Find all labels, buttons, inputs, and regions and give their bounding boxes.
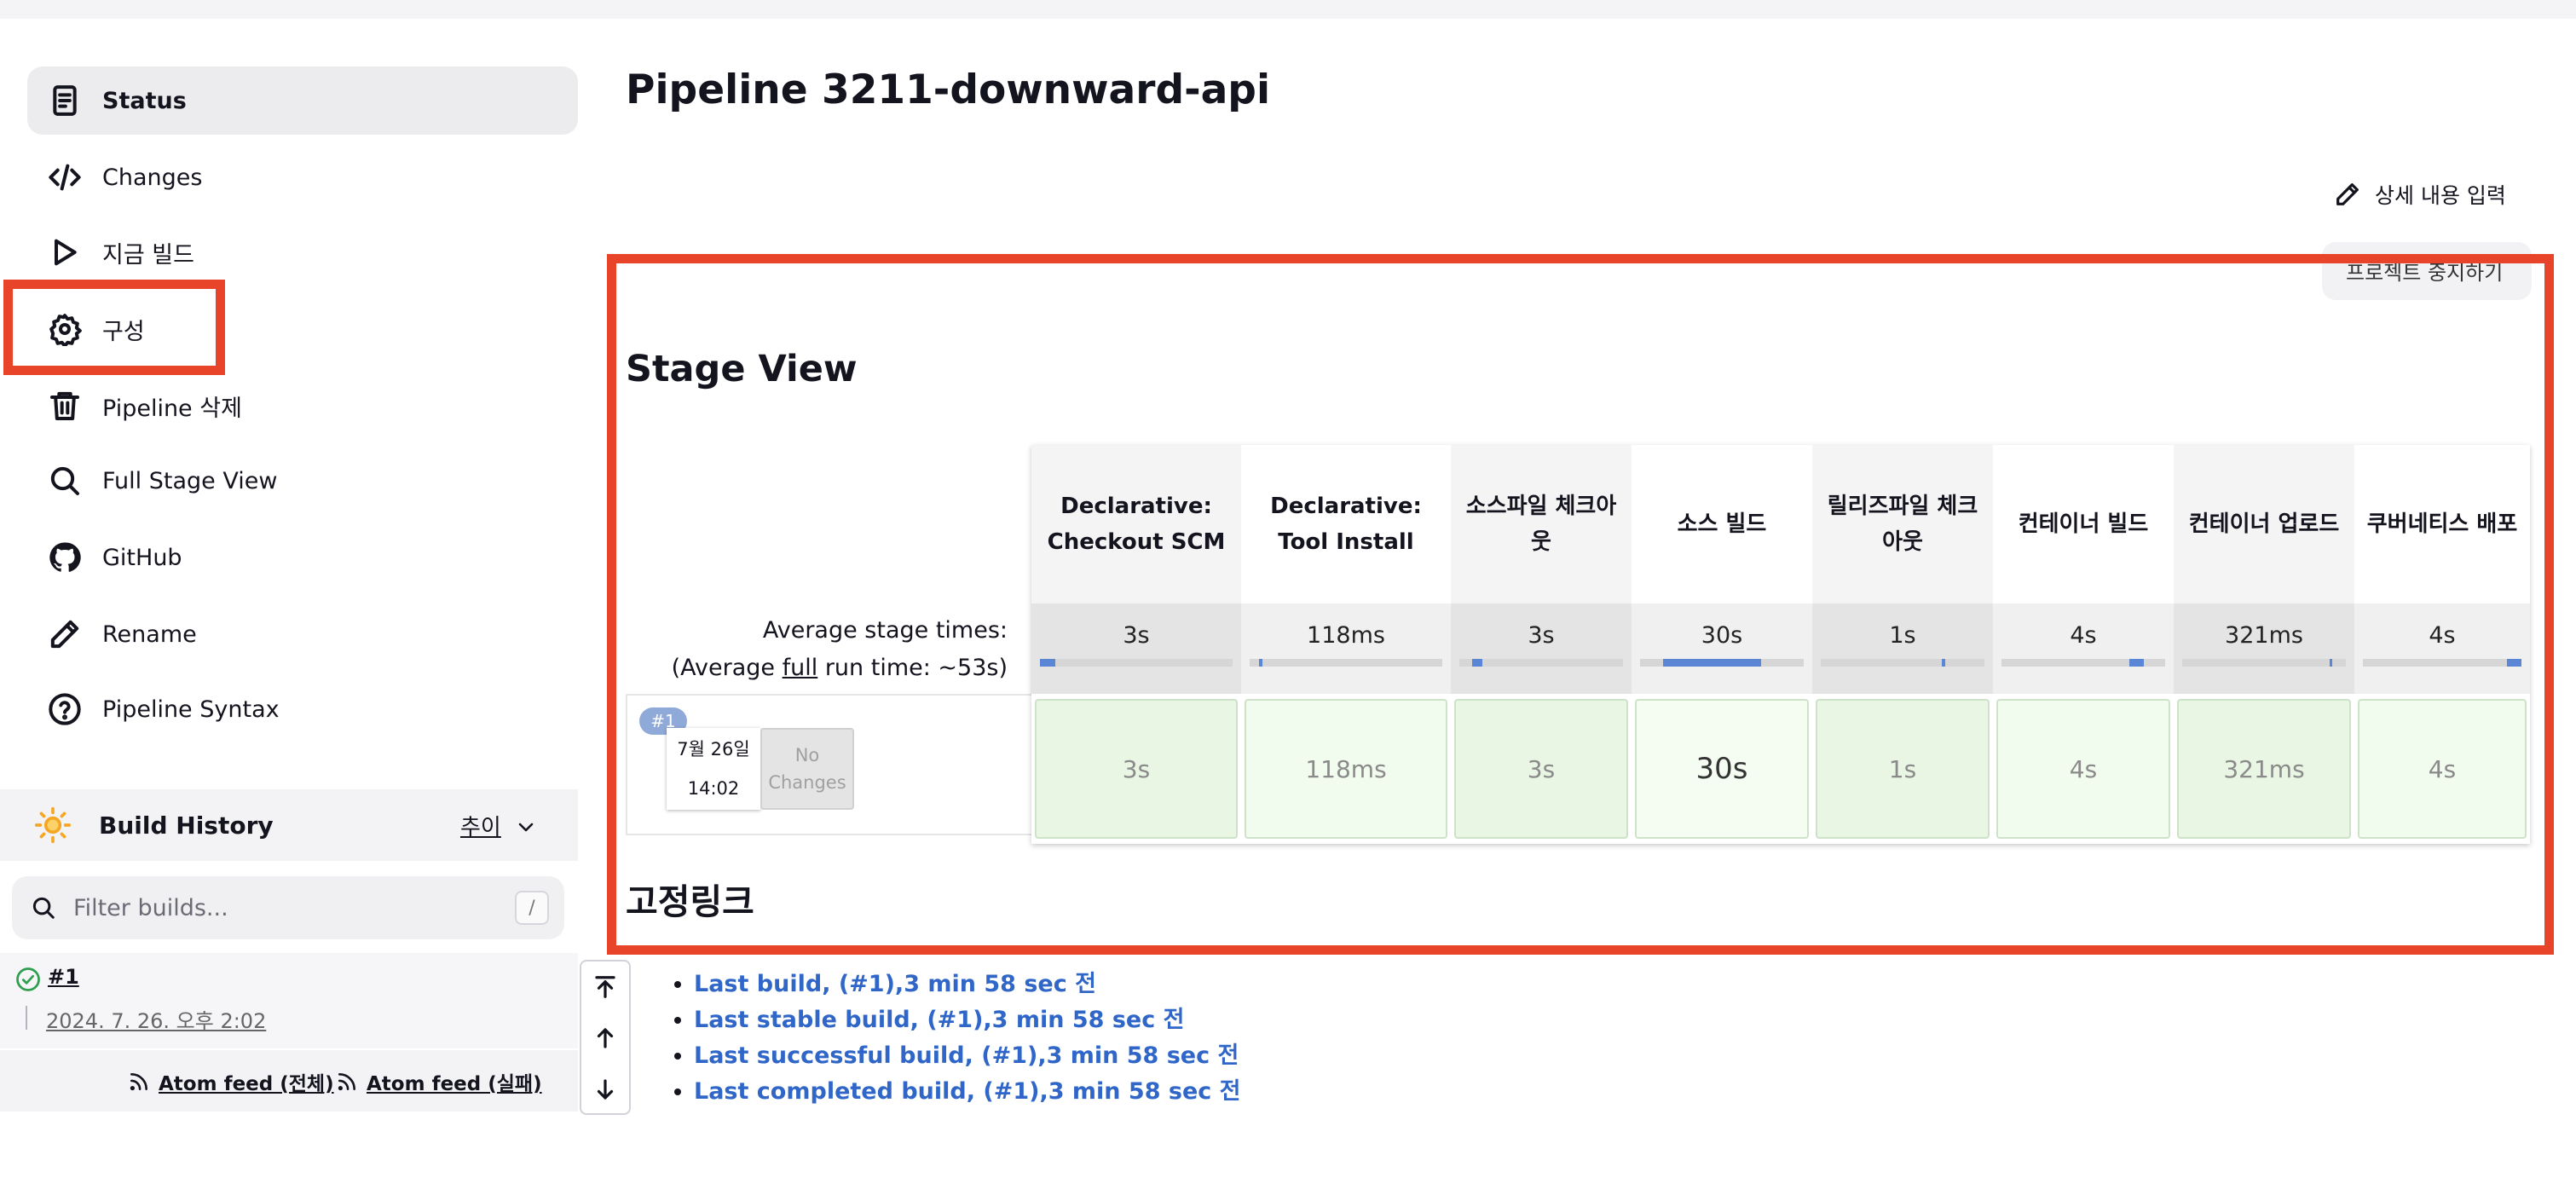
search-icon xyxy=(31,895,56,921)
rss-icon xyxy=(338,1073,355,1091)
highlight-box-stage-view xyxy=(607,254,2554,955)
success-check-icon xyxy=(15,967,41,996)
build-history-title: Build History xyxy=(99,811,274,840)
sidebar-item-build-now[interactable]: 지금 빌드 xyxy=(27,218,578,286)
arrow-down-icon xyxy=(597,1079,614,1100)
highlight-box-configure xyxy=(3,280,225,375)
rss-icon xyxy=(130,1073,147,1091)
permalink-item: Last successful build, (#1),3 min 58 sec… xyxy=(694,1038,1241,1074)
permalinks-list: Last build, (#1),3 min 58 sec 전 Last stab… xyxy=(672,967,1241,1110)
filter-builds-input[interactable] xyxy=(72,893,498,922)
document-icon xyxy=(27,84,102,118)
scroll-up-button[interactable] xyxy=(581,1013,629,1064)
github-icon xyxy=(27,540,102,575)
arrow-to-top-icon xyxy=(595,976,615,998)
permalink-item: Last build, (#1),3 min 58 sec 전 xyxy=(694,967,1241,1002)
sidebar-item-github[interactable]: GitHub xyxy=(27,523,578,592)
sidebar-item-label: Status xyxy=(102,87,187,114)
edit-description-label: 상세 내용 입력 xyxy=(2375,183,2506,208)
sidebar-item-label: Pipeline 삭제 xyxy=(102,395,242,422)
atom-feed-all-link[interactable]: Atom feed (전체) xyxy=(128,1067,334,1096)
build-date-link[interactable]: 2024. 7. 26. 오후 2:02 xyxy=(46,1004,266,1034)
scroll-down-button[interactable] xyxy=(581,1064,629,1115)
sidebar-item-label: Changes xyxy=(102,164,203,191)
edit-description-button[interactable]: 상세 내용 입력 xyxy=(2334,179,2506,210)
sidebar-item-status[interactable]: Status xyxy=(27,66,578,135)
trash-icon xyxy=(27,389,102,423)
sidebar-item-changes[interactable]: Changes xyxy=(27,143,578,211)
play-icon xyxy=(27,235,102,269)
sidebar-item-pipeline-syntax[interactable]: Pipeline Syntax xyxy=(27,675,578,743)
atom-feed-all-label: Atom feed (전체) xyxy=(159,1073,334,1095)
help-circle-icon xyxy=(27,692,102,726)
filter-builds-field[interactable]: / xyxy=(12,876,564,939)
page-title: Pipeline 3211-downward-api xyxy=(626,66,1271,113)
sidebar-item-label: Rename xyxy=(102,621,197,648)
build-number-link[interactable]: #1 xyxy=(48,965,79,989)
scroll-to-top-button[interactable] xyxy=(581,961,629,1013)
permalink-link[interactable]: Last build, (#1),3 min 58 sec 전 xyxy=(694,971,1096,997)
sidebar-item-full-stage-view[interactable]: Full Stage View xyxy=(27,447,578,515)
chevron-down-icon[interactable] xyxy=(516,817,536,840)
permalink-item: Last stable build, (#1),3 min 58 sec 전 xyxy=(694,1002,1241,1038)
permalink-link[interactable]: Last successful build, (#1),3 min 58 sec… xyxy=(694,1042,1239,1069)
sidebar-item-label: Full Stage View xyxy=(102,467,278,494)
sidebar-item-rename[interactable]: Rename xyxy=(27,600,578,668)
build-history-row[interactable]: #1 2024. 7. 26. 오후 2:02 xyxy=(0,953,578,1048)
sidebar-item-label: 지금 빌드 xyxy=(102,241,194,269)
sidebar-item-label: GitHub xyxy=(102,544,182,571)
permalink-item: Last completed build, (#1),3 min 58 sec … xyxy=(694,1074,1241,1110)
sidebar-item-delete-pipeline[interactable]: Pipeline 삭제 xyxy=(27,372,578,440)
top-bar xyxy=(0,0,2576,19)
timeline-bar xyxy=(26,1006,27,1030)
atom-feeds: Atom feed (전체) Atom feed (실패) xyxy=(0,1050,578,1112)
permalink-link[interactable]: Last stable build, (#1),3 min 58 sec 전 xyxy=(694,1007,1184,1033)
pencil-icon xyxy=(2336,183,2359,205)
keyboard-shortcut-badge: / xyxy=(515,891,549,925)
atom-feed-failed-label: Atom feed (실패) xyxy=(367,1073,542,1095)
atom-feed-failed-link[interactable]: Atom feed (실패) xyxy=(336,1067,542,1096)
search-icon xyxy=(27,464,102,498)
pencil-icon xyxy=(27,617,102,651)
build-history-header: Build History 추이 xyxy=(0,789,578,861)
code-icon xyxy=(27,160,102,194)
trend-link[interactable]: 추이 xyxy=(460,810,501,841)
sidebar-item-label: Pipeline Syntax xyxy=(102,696,280,723)
permalink-link[interactable]: Last completed build, (#1),3 min 58 sec … xyxy=(694,1078,1241,1105)
scroll-controls xyxy=(580,960,631,1115)
sun-icon xyxy=(26,806,80,844)
arrow-up-icon xyxy=(597,1028,614,1048)
